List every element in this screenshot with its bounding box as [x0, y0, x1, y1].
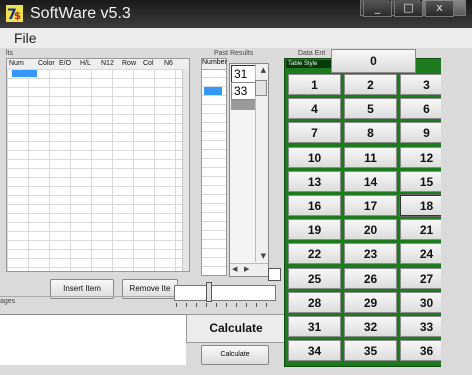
menu-bar: File	[0, 28, 472, 48]
number-button-14[interactable]: 14	[344, 170, 397, 192]
list-item[interactable]: 33	[231, 82, 257, 100]
column-header[interactable]: H/L	[80, 60, 91, 67]
option-checkbox[interactable]	[268, 268, 281, 281]
past-results-list[interactable]: 31 33 ▲ ▼ ◀ ▶	[229, 63, 269, 277]
maximize-icon: □	[394, 1, 423, 17]
column-header[interactable]: Color	[38, 60, 55, 67]
slider-ticks	[176, 303, 272, 307]
number-button-32[interactable]: 32	[344, 316, 397, 337]
number-button-23[interactable]: 23	[344, 243, 397, 265]
number-button-1[interactable]: 1	[288, 74, 341, 95]
number-button-10[interactable]: 10	[288, 146, 341, 168]
groupbox-title-data-entry: Data Ent	[298, 50, 326, 57]
maximize-button[interactable]: □	[391, 0, 423, 17]
groupbox-title-past-results: Past Results	[214, 50, 254, 57]
past-results-header[interactable]: Number	[202, 59, 227, 70]
right-edge	[441, 48, 472, 375]
slider-track[interactable]	[174, 285, 276, 301]
number-button-28[interactable]: 28	[288, 291, 341, 313]
table-style-label: Table Style	[286, 60, 333, 68]
column-header[interactable]: Row	[122, 60, 136, 67]
calculate-button[interactable]: Calculate	[186, 314, 286, 343]
number-button-35[interactable]: 35	[344, 340, 397, 362]
list-item[interactable]: 31	[231, 65, 257, 83]
number-button-31[interactable]: 31	[288, 316, 341, 337]
past-results-selected-row[interactable]	[204, 87, 222, 95]
number-button-8[interactable]: 8	[344, 122, 397, 144]
number-button-13[interactable]: 13	[288, 170, 341, 192]
number-button-34[interactable]: 34	[288, 340, 341, 362]
messages-title: ages	[0, 298, 16, 305]
svg-text:$: $	[14, 11, 21, 22]
number-button-20[interactable]: 20	[344, 219, 397, 241]
list-item[interactable]	[231, 100, 255, 110]
scroll-right-icon[interactable]: ▶	[244, 265, 249, 273]
close-icon: x	[425, 1, 454, 17]
items-grid[interactable]: Num Color E/O H/L N12 Row Col N6	[6, 58, 190, 272]
number-button-26[interactable]: 26	[344, 267, 397, 289]
scrollbar-thumb[interactable]	[255, 80, 267, 96]
number-button-7[interactable]: 7	[288, 122, 341, 144]
number-button-4[interactable]: 4	[288, 98, 341, 120]
list-scrollbar[interactable]: ▲ ▼	[255, 64, 268, 262]
scroll-down-icon[interactable]: ▼	[261, 252, 266, 260]
number-button-16[interactable]: 16	[288, 195, 341, 216]
number-button-17[interactable]: 17	[344, 195, 397, 216]
number-button-0[interactable]: 0	[331, 49, 416, 73]
scroll-up-icon[interactable]: ▲	[261, 66, 266, 74]
messages-box[interactable]	[0, 314, 186, 365]
number-button-5[interactable]: 5	[344, 98, 397, 120]
column-header[interactable]: Col	[143, 60, 154, 67]
app-logo-icon: 7 $	[6, 5, 23, 22]
column-header[interactable]: N6	[164, 60, 173, 67]
minimize-icon: _	[363, 1, 392, 17]
window-controls: _ □ x	[358, 0, 466, 20]
column-header[interactable]: E/O	[59, 60, 71, 67]
grid-rows[interactable]	[7, 69, 189, 271]
grid-scrollbar[interactable]	[182, 69, 189, 271]
slider-thumb[interactable]	[206, 282, 212, 302]
list-hscrollbar[interactable]: ◀ ▶	[230, 263, 268, 276]
divider	[0, 296, 186, 297]
number-button-29[interactable]: 29	[344, 291, 397, 313]
menu-file[interactable]: File	[14, 30, 37, 46]
number-button-22[interactable]: 22	[288, 243, 341, 265]
groupbox-title-left: lts	[6, 50, 13, 57]
minimize-button[interactable]: _	[360, 0, 392, 17]
calculate-small-button[interactable]: Calculate	[201, 345, 269, 365]
window-title: SoftWare v5.3	[30, 5, 131, 22]
number-button-19[interactable]: 19	[288, 219, 341, 241]
scroll-left-icon[interactable]: ◀	[232, 265, 237, 273]
selected-cell[interactable]	[12, 70, 37, 77]
number-button-25[interactable]: 25	[288, 267, 341, 289]
number-button-2[interactable]: 2	[344, 74, 397, 95]
title-bar: 7 $ SoftWare v5.3 _ □ x	[0, 0, 472, 28]
number-button-11[interactable]: 11	[344, 146, 397, 168]
past-results-grid[interactable]: Number	[201, 58, 227, 276]
column-header[interactable]: Num	[9, 60, 24, 67]
app-window: 7 $ SoftWare v5.3 _ □ x File lts Past Re…	[0, 0, 472, 375]
column-header[interactable]: N12	[101, 60, 114, 67]
close-button[interactable]: x	[422, 0, 466, 17]
